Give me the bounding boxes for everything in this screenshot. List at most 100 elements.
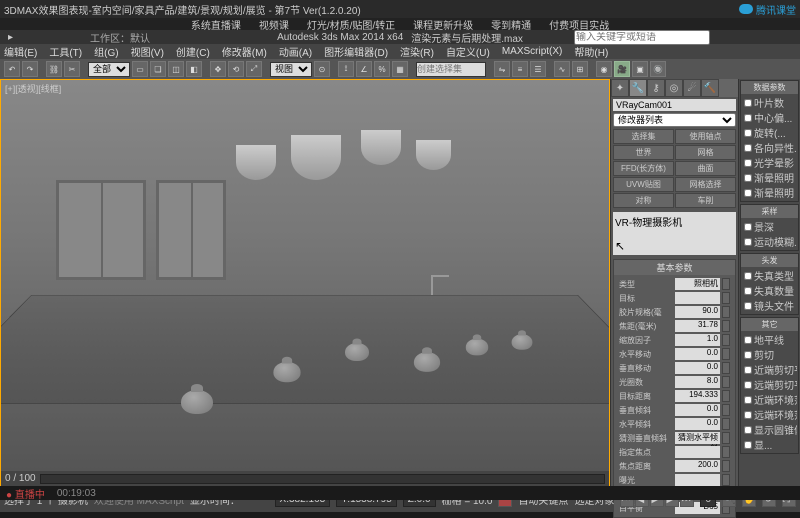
render-option[interactable]: 渐晕照明	[742, 185, 797, 200]
rollout-header[interactable]: 基本参数	[614, 260, 735, 275]
menu-create[interactable]: 创建(C)	[176, 44, 210, 59]
ref-coord-dropdown[interactable]: 视图	[270, 62, 312, 77]
checkbox[interactable]	[744, 238, 752, 246]
motion-tab-icon[interactable]: ◎	[665, 79, 683, 97]
mod-btn[interactable]: FFD(长方体)	[613, 161, 674, 176]
checkbox[interactable]	[744, 159, 752, 167]
menu-animation[interactable]: 动画(A)	[279, 44, 312, 59]
app-menu-icon[interactable]: ▸	[8, 32, 13, 43]
selected-object-name[interactable]: VRayCam001	[613, 99, 736, 111]
render-option[interactable]: 剪切	[742, 347, 797, 362]
perspective-viewport[interactable]: [+][透视][线框]	[1, 80, 609, 471]
checkbox[interactable]	[744, 99, 752, 107]
spinner-icon[interactable]	[722, 348, 730, 360]
render-option[interactable]: 中心偏...	[742, 110, 797, 125]
menu-edit[interactable]: 编辑(E)	[4, 44, 37, 59]
mod-btn[interactable]: 车削	[675, 193, 736, 208]
checkbox[interactable]	[744, 114, 752, 122]
spinner-icon[interactable]	[722, 474, 730, 486]
checkbox[interactable]	[744, 144, 752, 152]
mirror-icon[interactable]: ⇋	[494, 61, 510, 77]
unlink-icon[interactable]: ✂	[64, 61, 80, 77]
param-value[interactable]: 0.0	[675, 348, 720, 360]
param-value[interactable]: 0.0	[675, 418, 720, 430]
select-region-icon[interactable]: ◫	[168, 61, 184, 77]
mod-btn[interactable]: 使用轴点	[675, 129, 736, 144]
schematic-icon[interactable]: ⊞	[572, 61, 588, 77]
render-option[interactable]: 显...	[742, 437, 797, 452]
mod-btn[interactable]: 网格	[675, 145, 736, 160]
section-header[interactable]: 头发	[741, 254, 798, 267]
mod-btn[interactable]: UVW贴图	[613, 177, 674, 192]
menu-group[interactable]: 组(G)	[94, 44, 118, 59]
menu-graph[interactable]: 图形编辑器(D)	[324, 44, 388, 59]
move-icon[interactable]: ✥	[210, 61, 226, 77]
mod-btn[interactable]: 选择集	[613, 129, 674, 144]
snap-toggle-icon[interactable]: ⟟	[338, 61, 354, 77]
param-value[interactable]: 照相机	[675, 278, 720, 290]
time-track[interactable]	[40, 474, 605, 484]
render-setup-icon[interactable]: 🎥	[614, 61, 630, 77]
checkbox[interactable]	[744, 223, 752, 231]
render-option[interactable]: 地平线	[742, 332, 797, 347]
section-header[interactable]: 采样	[741, 205, 798, 218]
hierarchy-tab-icon[interactable]: ⚷	[647, 79, 665, 97]
spinner-icon[interactable]	[722, 362, 730, 374]
layers-icon[interactable]: ☰	[530, 61, 546, 77]
render-option[interactable]: 失真数量	[742, 283, 797, 298]
spinner-icon[interactable]	[722, 278, 730, 290]
checkbox[interactable]	[744, 302, 752, 310]
render-icon[interactable]: 🔘	[650, 61, 666, 77]
selection-filter[interactable]: 全部	[88, 62, 130, 77]
align-icon[interactable]: ≡	[512, 61, 528, 77]
mod-btn[interactable]: 对称	[613, 193, 674, 208]
undo-icon[interactable]: ↶	[4, 61, 20, 77]
param-value[interactable]	[675, 292, 720, 304]
link-icon[interactable]: ⛓	[46, 61, 62, 77]
param-value[interactable]: 1.0	[675, 334, 720, 346]
spinner-icon[interactable]	[722, 320, 730, 332]
render-option[interactable]: 失真类型	[742, 268, 797, 283]
checkbox[interactable]	[744, 272, 752, 280]
checkbox[interactable]	[744, 366, 752, 374]
mod-btn[interactable]: 曲面	[675, 161, 736, 176]
percent-snap-icon[interactable]: %	[374, 61, 390, 77]
render-option[interactable]: 镜头文件	[742, 298, 797, 313]
checkbox[interactable]	[744, 441, 752, 449]
menu-render[interactable]: 渲染(R)	[400, 44, 434, 59]
spinner-icon[interactable]	[722, 418, 730, 430]
rotate-icon[interactable]: ⟲	[228, 61, 244, 77]
window-crossing-icon[interactable]: ◧	[186, 61, 202, 77]
mod-btn[interactable]: 世界	[613, 145, 674, 160]
spinner-icon[interactable]	[722, 306, 730, 318]
param-value[interactable]: 194.333	[675, 390, 720, 402]
checkbox[interactable]	[744, 381, 752, 389]
param-value[interactable]	[675, 446, 720, 458]
checkbox[interactable]	[744, 189, 752, 197]
render-option[interactable]: 各向异性...	[742, 140, 797, 155]
curve-editor-icon[interactable]: ∿	[554, 61, 570, 77]
modifier-list-dropdown[interactable]: 修改器列表	[613, 113, 736, 127]
stack-item[interactable]: VR-物理摄影机	[615, 214, 734, 229]
modifier-stack[interactable]: VR-物理摄影机 ↖	[613, 212, 736, 255]
render-option[interactable]: 旋转(...	[742, 125, 797, 140]
render-option[interactable]: 远端环境范围	[742, 407, 797, 422]
param-value[interactable]: 0.0	[675, 404, 720, 416]
checkbox[interactable]	[744, 351, 752, 359]
display-tab-icon[interactable]: ☄	[683, 79, 701, 97]
menu-tools[interactable]: 工具(T)	[49, 44, 82, 59]
param-value[interactable]: 8.0	[675, 376, 720, 388]
checkbox[interactable]	[744, 411, 752, 419]
render-frame-icon[interactable]: ▣	[632, 61, 648, 77]
param-value[interactable]: 90.0	[675, 306, 720, 318]
angle-snap-icon[interactable]: ∠	[356, 61, 372, 77]
workspace-label[interactable]: 工作区：默认	[90, 30, 150, 45]
nav-item[interactable]: 灯光/材质/贴图/转正	[307, 17, 395, 32]
param-value[interactable]: 猜测水平倾斜	[675, 432, 720, 444]
nav-item[interactable]: 视频课	[259, 17, 289, 32]
nav-item[interactable]: 系统直播课	[191, 17, 241, 32]
checkbox[interactable]	[744, 426, 752, 434]
menu-modifiers[interactable]: 修改器(M)	[222, 44, 267, 59]
spinner-icon[interactable]	[722, 390, 730, 402]
pivot-icon[interactable]: ⊙	[314, 61, 330, 77]
